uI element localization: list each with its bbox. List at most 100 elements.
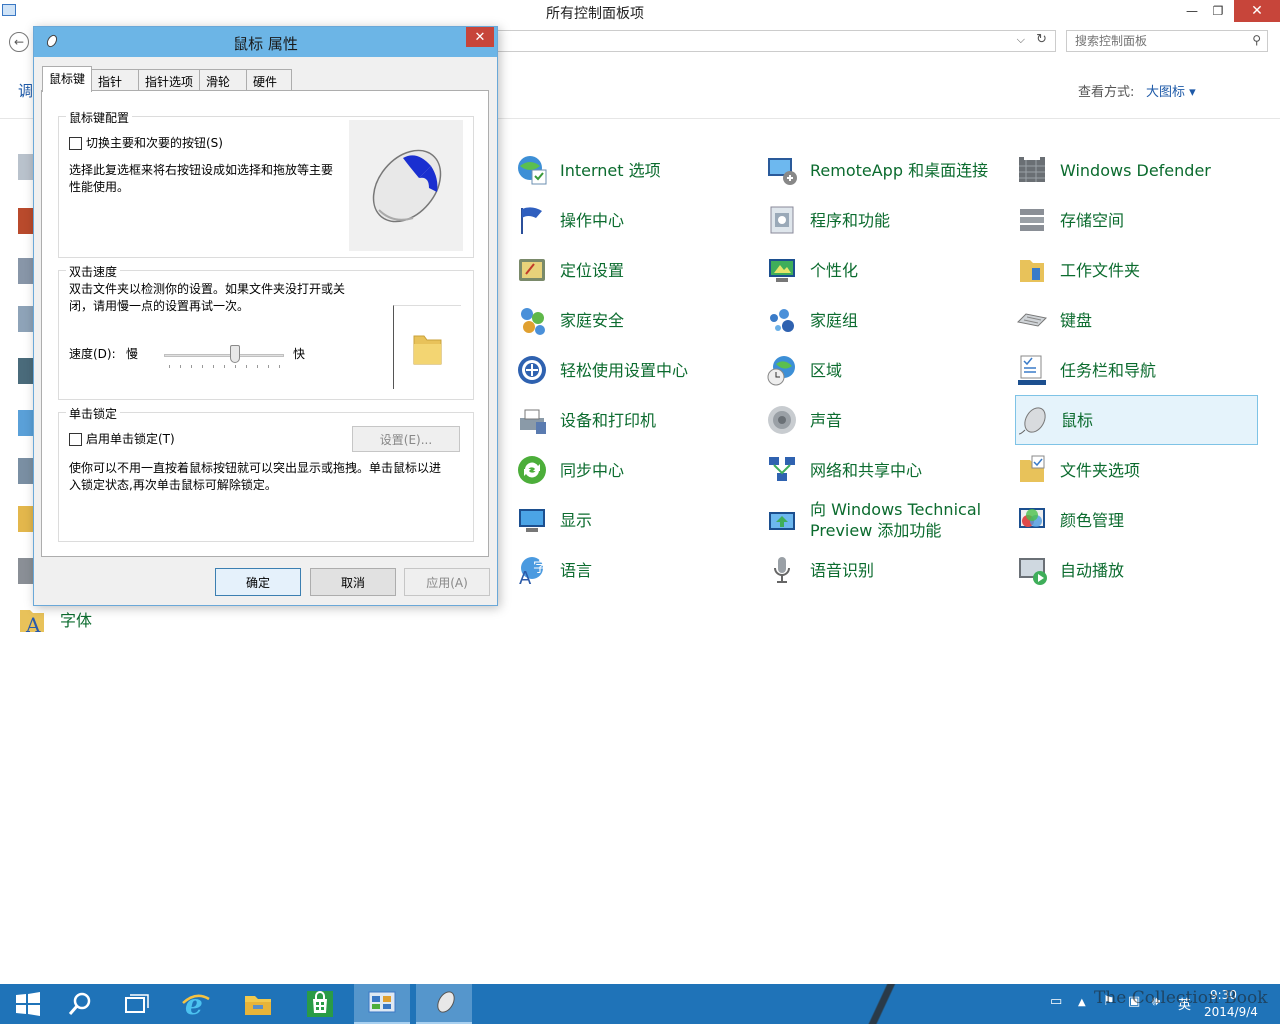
cp-item-language[interactable]: A字 语言: [516, 546, 756, 594]
wallpaper-stripe: [855, 984, 915, 1024]
tab-panel-buttons: 鼠标键配置 切换主要和次要的按钮(S) 选择此复选框来将右按钮设成如选择和拖放等…: [41, 90, 489, 557]
cp-item-remoteapp[interactable]: RemoteApp 和桌面连接: [766, 146, 1002, 194]
task-view-button[interactable]: [108, 984, 164, 1024]
enable-clicklock-label[interactable]: 启用单击锁定(T): [86, 431, 175, 448]
dialog-close-button[interactable]: ✕: [466, 27, 494, 47]
clicklock-settings-button[interactable]: 设置(E)...: [352, 426, 460, 452]
partial-item-icon[interactable]: [18, 208, 34, 234]
ease-of-access-icon: [516, 354, 548, 386]
refresh-icon[interactable]: ↻: [1036, 32, 1047, 47]
cp-item-speech-recognition[interactable]: 语音识别: [766, 546, 1006, 594]
enable-clicklock-checkbox[interactable]: [69, 433, 82, 446]
tab-wheel[interactable]: 滑轮: [199, 69, 247, 91]
control-panel-taskbar-button[interactable]: [354, 984, 410, 1024]
mouse-preview-image: [349, 120, 463, 251]
partial-item-icon[interactable]: [18, 154, 34, 180]
restore-button[interactable]: ❐: [1204, 0, 1232, 22]
view-by-dropdown[interactable]: 大图标 ▾: [1146, 81, 1196, 100]
tab-hardware[interactable]: 硬件: [246, 69, 292, 91]
cp-item-sync-center[interactable]: 同步中心: [516, 446, 756, 494]
dialog-title: 鼠标 属性: [233, 35, 298, 53]
cp-item-add-features[interactable]: 向 Windows Technical Preview 添加功能: [766, 496, 1002, 544]
mouse-icon: [1017, 404, 1049, 436]
cp-item-ease-of-access[interactable]: 轻松使用设置中心: [516, 346, 756, 394]
cp-item-storage-spaces[interactable]: 存储空间: [1016, 196, 1256, 244]
search-taskbar-button[interactable]: [52, 984, 108, 1024]
control-panel-icon: [368, 991, 396, 1013]
slider-tick: [224, 365, 225, 368]
store-icon: [307, 991, 333, 1017]
switch-buttons-label[interactable]: 切换主要和次要的按钮(S): [86, 135, 223, 152]
folder-icon[interactable]: [394, 306, 462, 390]
show-hidden-icons-chevron[interactable]: ▲: [1078, 997, 1086, 1008]
ok-button[interactable]: 确定: [215, 568, 301, 596]
group-title: 单击锁定: [66, 405, 121, 422]
keyboard-icon: [1016, 304, 1048, 336]
partial-item-icon[interactable]: [18, 306, 34, 332]
cp-item-region[interactable]: 区域: [766, 346, 1006, 394]
cp-item-sound[interactable]: 声音: [766, 396, 1006, 444]
svg-text:字: 字: [533, 560, 547, 576]
address-bar[interactable]: ⌵ ↻: [480, 30, 1056, 52]
file-explorer-icon: [245, 996, 271, 1015]
search-icon[interactable]: ⚲: [1252, 33, 1261, 47]
partial-item-icon[interactable]: [18, 258, 34, 284]
slider-tick: [202, 365, 203, 368]
mouse-properties-taskbar-button[interactable]: [416, 984, 472, 1024]
search-input[interactable]: [1067, 31, 1237, 51]
partial-item-icon[interactable]: [18, 506, 34, 532]
tab-pointer-options[interactable]: 指针选项: [138, 69, 200, 91]
minimize-button[interactable]: —: [1178, 0, 1206, 22]
action-center-tray-icon[interactable]: ▭: [1050, 994, 1062, 1009]
back-arrow-icon[interactable]: ←: [9, 32, 29, 52]
slider-thumb[interactable]: [230, 345, 240, 363]
mouse-properties-dialog: 鼠标 属性 ✕ 鼠标键 指针 指针选项 滑轮 硬件 鼠标键配置 切换主要和次要的…: [33, 26, 498, 606]
tab-pointers[interactable]: 指针: [91, 69, 139, 91]
partial-item-icon[interactable]: [18, 410, 34, 436]
mouse-icon: [437, 991, 455, 1013]
cp-item-location-settings[interactable]: 定位设置: [516, 246, 756, 294]
cp-item-work-folders[interactable]: 工作文件夹: [1016, 246, 1256, 294]
dialog-titlebar[interactable]: 鼠标 属性 ✕: [34, 27, 497, 57]
tab-buttons[interactable]: 鼠标键: [42, 66, 92, 92]
cp-item-action-center[interactable]: 操作中心: [516, 196, 756, 244]
search-box[interactable]: ⚲: [1066, 30, 1268, 52]
cp-item-family-safety[interactable]: 家庭安全: [516, 296, 756, 344]
start-button[interactable]: [0, 984, 56, 1024]
partial-item-icon[interactable]: [18, 458, 34, 484]
cp-item-color-management[interactable]: 颜色管理: [1016, 496, 1256, 544]
partial-item-icon[interactable]: [18, 358, 34, 384]
cp-item-folder-options[interactable]: 文件夹选项: [1016, 446, 1256, 494]
test-folder-area[interactable]: [393, 305, 461, 389]
switch-buttons-checkbox[interactable]: [69, 137, 82, 150]
cp-item-network-sharing[interactable]: 网络和共享中心: [766, 446, 1006, 494]
close-button[interactable]: ✕: [1234, 0, 1280, 22]
cp-item-personalization[interactable]: 个性化: [766, 246, 1006, 294]
cp-item-programs-features[interactable]: 程序和功能: [766, 196, 1006, 244]
cp-item-keyboard[interactable]: 键盘: [1016, 296, 1256, 344]
cp-item-internet-options[interactable]: Internet 选项: [516, 146, 756, 194]
sound-icon: [766, 404, 798, 436]
cp-item-taskbar-navigation[interactable]: 任务栏和导航: [1016, 346, 1256, 394]
sync-center-icon: [516, 454, 548, 486]
slider-tick: [257, 365, 258, 368]
cancel-button[interactable]: 取消: [310, 568, 396, 596]
cp-item-mouse[interactable]: 鼠标: [1015, 395, 1258, 445]
cp-item-devices-printers[interactable]: 设备和打印机: [516, 396, 756, 444]
internet-explorer-taskbar-button[interactable]: e: [168, 984, 224, 1024]
file-explorer-taskbar-button[interactable]: [230, 984, 286, 1024]
cp-item-windows-defender[interactable]: Windows Defender: [1016, 146, 1256, 194]
cp-item-homegroup[interactable]: 家庭组: [766, 296, 1006, 344]
chevron-down-icon[interactable]: ⌵: [1017, 33, 1025, 47]
double-click-speed-slider[interactable]: [164, 339, 284, 369]
cp-item-display[interactable]: 显示: [516, 496, 756, 544]
apply-button[interactable]: 应用(A): [404, 568, 490, 596]
partial-item-icon[interactable]: [18, 558, 34, 584]
group-title: 鼠标键配置: [66, 109, 133, 126]
location-settings-icon: [516, 254, 548, 286]
store-taskbar-button[interactable]: [292, 984, 348, 1024]
family-safety-icon: [516, 304, 548, 336]
display-icon: [516, 504, 548, 536]
cp-item-autoplay[interactable]: 自动播放: [1016, 546, 1256, 594]
speech-recognition-icon: [766, 554, 798, 586]
